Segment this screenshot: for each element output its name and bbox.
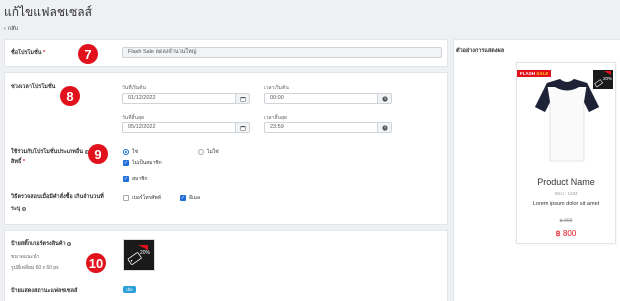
- banner-sticker-label: ป้ายสติ๊กเกอร์ตรงสินค้า i: [11, 241, 72, 247]
- chevron-left-icon: ‹: [4, 26, 6, 32]
- end-time-input[interactable]: 23:59: [264, 122, 392, 133]
- start-date-label: วันที่เริ่มต้น: [122, 85, 146, 91]
- sticker-thumbnail-text: 20%: [140, 250, 151, 256]
- start-date-input[interactable]: 01/12/2022: [122, 93, 250, 104]
- start-time-input[interactable]: 00:00: [264, 93, 392, 104]
- step-7-badge: 7: [78, 44, 98, 64]
- flash-status-label: ป้ายแสดงสถานะแฟลชเซลส์: [11, 288, 78, 294]
- step-10-badge: 10: [86, 253, 106, 273]
- step-9-badge: 9: [88, 144, 108, 164]
- combine-promotion-label: ใช้ร่วมกับโปรโมชั่นประเภทอื่น i: [11, 149, 89, 155]
- radio-yes[interactable]: ใช่: [123, 148, 138, 156]
- end-date-label: วันที่สิ้นสุด: [122, 115, 145, 121]
- radio-unselected-icon: [198, 149, 204, 155]
- sticker-thumbnail[interactable]: 20%: [123, 239, 155, 271]
- sale-price: ฿ 800: [555, 229, 577, 238]
- product-description: Lorem ipsum dolor sit amet: [532, 201, 600, 207]
- checkbox-non-member[interactable]: ✓ ไม่เป็นสมาชิก: [123, 159, 162, 167]
- discount-tag-icon: 20%: [127, 245, 151, 265]
- radio-no[interactable]: ไม่ใช่: [198, 148, 219, 156]
- start-time-label: เวลาเริ่มต้น: [264, 85, 289, 91]
- clock-icon[interactable]: [377, 123, 391, 132]
- info-icon: i: [21, 206, 26, 211]
- checkbox-member[interactable]: ✓ สมาชิก: [123, 175, 148, 183]
- recommended-size-value: รูปสี่เหลี่ยม 60 x 60 px: [11, 265, 59, 271]
- end-time-label: เวลาสิ้นสุด: [264, 115, 288, 121]
- checkbox-phone[interactable]: เบอร์โทรศัพท์: [123, 194, 161, 202]
- verify-order-label: วิธีตรวจสอบเมื่อมีคำสั่งซื้อ เกินจำนวนที…: [11, 194, 104, 200]
- old-price: ฿ 900: [559, 218, 573, 224]
- product-preview: FLASH SALE 20% Product Name SKU : 1234 L…: [516, 62, 616, 244]
- checkbox-checked-icon: ✓: [123, 159, 129, 166]
- clock-icon[interactable]: [377, 94, 391, 103]
- recommended-size-label: ขนาดแนะนำ: [11, 254, 40, 260]
- member-rights-label: สิทธิ์ *: [11, 159, 26, 165]
- checkbox-checked-icon: ✓: [180, 194, 186, 201]
- flash-sale-tag: FLASH SALE: [517, 70, 552, 77]
- back-link[interactable]: ‹ กลับ: [4, 25, 20, 33]
- radio-selected-icon: [123, 149, 129, 155]
- step-8-badge: 8: [60, 86, 80, 106]
- discount-tag-icon: 20%: [594, 71, 612, 88]
- checkbox-unchecked-icon: [123, 195, 129, 201]
- product-name: Product Name: [537, 177, 595, 187]
- verify-order-label-2: ระบุ i: [11, 206, 26, 212]
- discount-tag-text: 20%: [603, 76, 612, 81]
- checkbox-email[interactable]: ✓ อีเมล: [180, 194, 200, 202]
- checkbox-checked-icon: ✓: [123, 175, 129, 182]
- promotion-name-input[interactable]: Flash Sale ลดลงจำนวนใหญ่: [122, 47, 442, 58]
- product-sku: SKU : 1234: [554, 191, 578, 196]
- calendar-icon[interactable]: [235, 94, 249, 103]
- page-title: แก้ไขแฟลชเซลส์: [4, 5, 92, 19]
- end-date-input[interactable]: 05/12/2022: [122, 122, 250, 133]
- calendar-icon[interactable]: [235, 123, 249, 132]
- promotion-period-label: ช่วงเวลาโปรโมชั่น: [11, 84, 56, 90]
- preview-heading: ตัวอย่างการแสดงผล: [456, 48, 505, 54]
- discount-tag: 20%: [593, 70, 613, 89]
- promotion-name-label: ชื่อโปรโมชั่น *: [11, 50, 46, 56]
- flash-status-toggle[interactable]: เปิด: [123, 286, 136, 293]
- info-icon: i: [67, 241, 72, 246]
- back-link-label: กลับ: [7, 26, 19, 32]
